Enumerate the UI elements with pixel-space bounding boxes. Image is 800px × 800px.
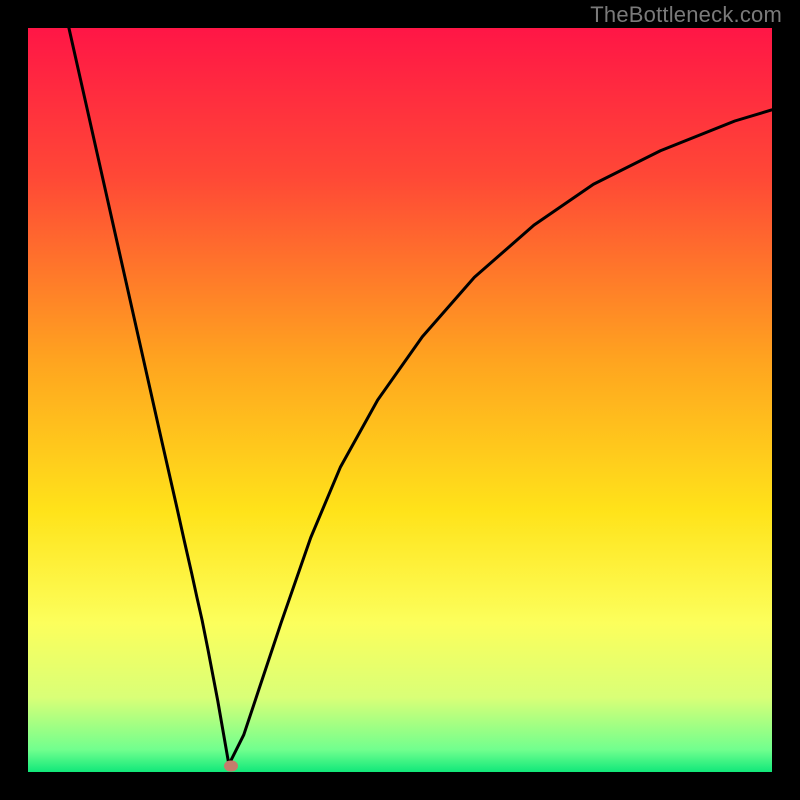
chart-frame: TheBottleneck.com <box>0 0 800 800</box>
curve-layer <box>28 28 772 772</box>
bottleneck-curve <box>69 28 772 765</box>
plot-area <box>28 28 772 772</box>
min-marker <box>224 761 238 772</box>
attribution-text: TheBottleneck.com <box>590 2 782 28</box>
